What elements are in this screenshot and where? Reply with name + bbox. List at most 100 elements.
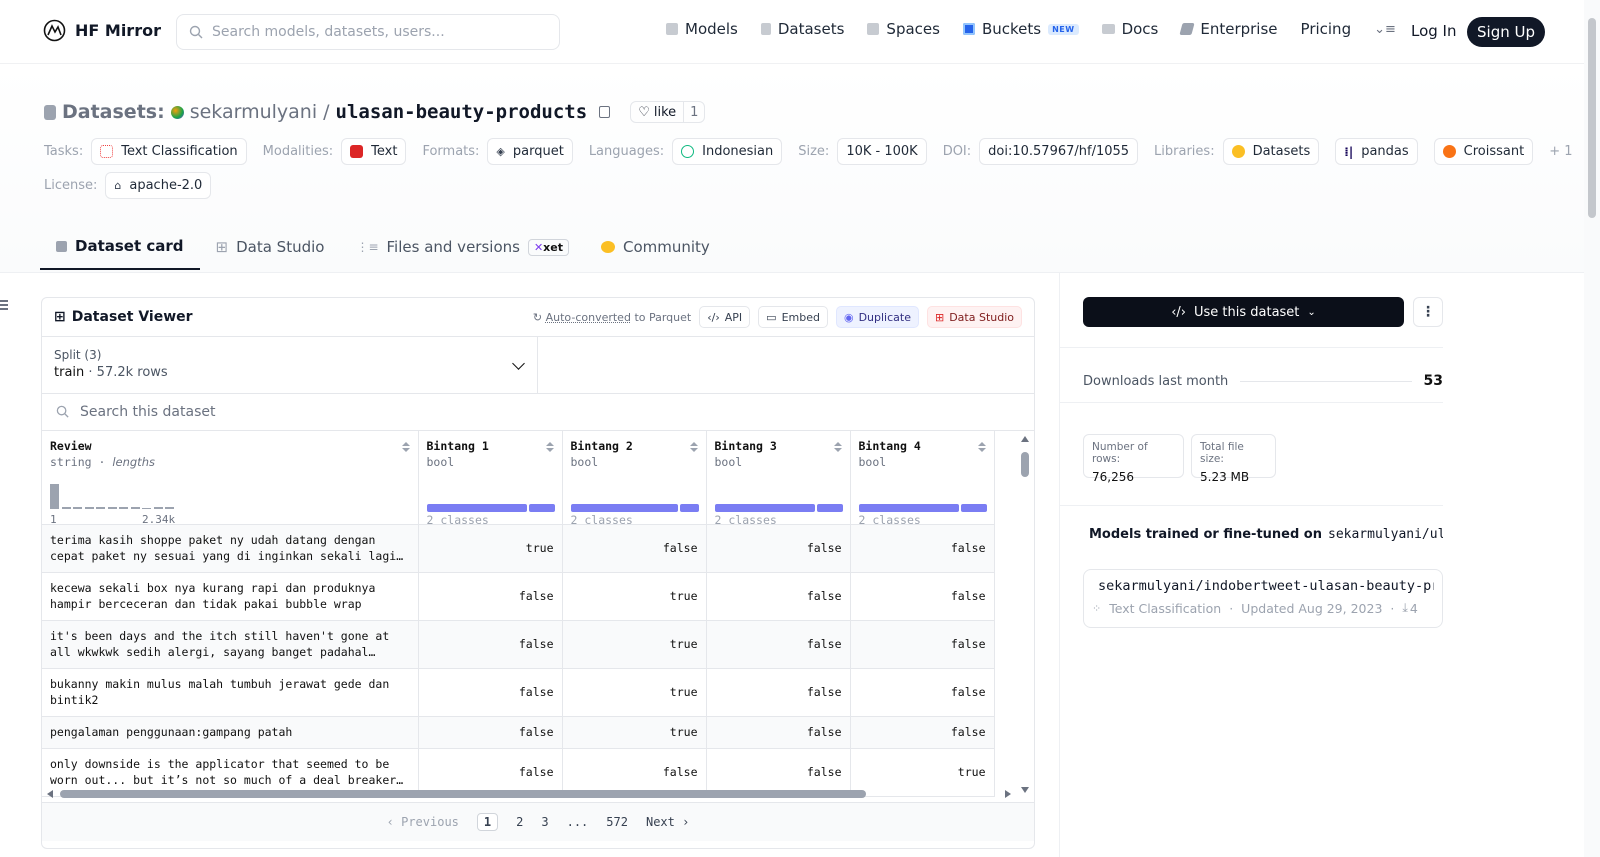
histogram-bar[interactable] <box>61 506 71 509</box>
bool-cell[interactable]: false <box>706 620 851 669</box>
model-name[interactable]: sekarmulyani/indobertweet-ulasan-beauty-… <box>1098 578 1434 594</box>
bool-cell[interactable]: false <box>706 572 851 621</box>
global-search-input[interactable] <box>212 24 542 40</box>
bool-cell[interactable]: true <box>562 572 707 621</box>
column-header-bintang-4[interactable]: Bintang 4 bool 2 classes <box>850 431 995 527</box>
tab-dataset-card[interactable]: Dataset card <box>40 224 200 270</box>
nav-models[interactable]: Models <box>666 20 738 38</box>
global-search[interactable] <box>176 14 560 50</box>
more-libraries[interactable]: + 1 <box>1549 144 1572 159</box>
dataset-search[interactable] <box>42 394 1034 431</box>
embed-button[interactable]: ▭ Embed <box>758 306 828 328</box>
vertical-scrollbar[interactable] <box>1016 431 1034 798</box>
scroll-up-icon[interactable] <box>1021 436 1029 442</box>
breadcrumb-owner[interactable]: sekarmulyani <box>190 101 317 123</box>
page-scroll-thumb[interactable] <box>1588 18 1596 218</box>
bool-cell[interactable]: false <box>850 524 995 573</box>
bool-cell[interactable]: false <box>562 524 707 573</box>
tab-files-versions[interactable]: ⋮≡ Files and versions ✕xet <box>340 224 585 270</box>
page-scrollbar[interactable] <box>1584 0 1600 857</box>
scroll-down-icon[interactable] <box>1021 787 1029 793</box>
review-cell[interactable]: it's been days and the itch still haven'… <box>42 620 419 669</box>
more-options-button[interactable]: ⋮ <box>1413 297 1443 327</box>
nav-docs[interactable]: Docs <box>1101 20 1158 38</box>
scroll-left-icon[interactable] <box>47 790 53 798</box>
bool-cell[interactable]: true <box>562 620 707 669</box>
bool-cell[interactable]: false <box>850 668 995 717</box>
class-distribution-bar[interactable] <box>858 504 987 512</box>
duplicate-button[interactable]: ◉ Duplicate <box>835 306 919 328</box>
column-header-review[interactable]: Review string · lengths 1 2.34k <box>42 431 419 526</box>
page-button-2[interactable]: 2 <box>516 815 523 829</box>
column-header-bintang-1[interactable]: Bintang 1 bool 2 classes <box>418 431 563 527</box>
bool-cell[interactable]: false <box>418 572 563 621</box>
column-header-bintang-3[interactable]: Bintang 3 bool 2 classes <box>706 431 851 527</box>
column-header-bintang-2[interactable]: Bintang 2 bool 2 classes <box>562 431 707 527</box>
class-distribution-bar[interactable] <box>426 504 555 512</box>
license-tag[interactable]: ⌂ apache-2.0 <box>105 172 212 199</box>
sort-icon[interactable] <box>689 442 698 452</box>
length-histogram[interactable] <box>50 484 190 509</box>
class-distribution-bar[interactable] <box>570 504 699 512</box>
table-row[interactable]: terima kasih shoppe paket ny udah datang… <box>42 524 995 573</box>
next-page-button[interactable]: Next › <box>646 815 689 829</box>
scroll-thumb[interactable] <box>60 790 866 798</box>
bool-cell[interactable]: false <box>706 524 851 573</box>
nav-enterprise[interactable]: Enterprise <box>1179 20 1278 38</box>
nav-datasets[interactable]: Datasets <box>760 20 844 38</box>
scroll-right-icon[interactable] <box>1005 790 1011 798</box>
format-tag[interactable]: ◈ parquet <box>487 138 573 165</box>
library-tag-pandas[interactable]: ⁞| pandas <box>1335 138 1418 165</box>
language-tag[interactable]: Indonesian <box>672 138 783 165</box>
histogram-bar[interactable] <box>84 506 94 509</box>
doi-tag[interactable]: doi:10.57967/hf/1055 <box>979 138 1139 165</box>
histogram-bar[interactable] <box>130 506 140 509</box>
bool-cell[interactable]: false <box>706 716 851 749</box>
modality-tag[interactable]: Text <box>341 138 407 165</box>
login-link[interactable]: Log In <box>1411 22 1457 40</box>
task-tag[interactable]: Text Classification <box>91 138 247 165</box>
model-card[interactable]: sekarmulyani/indobertweet-ulasan-beauty-… <box>1083 569 1443 628</box>
like-count[interactable]: 1 <box>684 105 704 120</box>
nav-buckets[interactable]: Buckets NEW <box>962 20 1079 38</box>
sort-icon[interactable] <box>977 442 986 452</box>
nav-spaces[interactable]: Spaces <box>867 20 940 38</box>
table-row[interactable]: kecewa sekali box nya kurang rapi dan pr… <box>42 572 995 621</box>
nav-pricing[interactable]: Pricing <box>1301 20 1352 38</box>
bool-cell[interactable]: true <box>562 716 707 749</box>
review-cell[interactable]: pengalaman penggunaan:gampang patah <box>42 716 419 749</box>
table-row[interactable]: pengalaman penggunaan:gampang patah fals… <box>42 716 995 749</box>
like-button[interactable]: ♡ like 1 <box>630 101 706 123</box>
previous-page-button[interactable]: ‹ Previous <box>387 815 459 829</box>
bool-cell[interactable]: true <box>418 524 563 573</box>
split-selector[interactable]: Split (3) train · 57.2k rows <box>42 337 538 393</box>
api-button[interactable]: ‹/› API <box>699 306 751 328</box>
histogram-bar[interactable] <box>73 506 82 509</box>
sidebar-toggle-icon[interactable] <box>0 300 10 312</box>
sort-icon[interactable] <box>401 442 410 452</box>
histogram-bar[interactable] <box>153 506 163 509</box>
library-tag-datasets[interactable]: Datasets <box>1222 138 1320 165</box>
tab-community[interactable]: Community <box>585 224 726 270</box>
data-studio-button[interactable]: ⊞ Data Studio <box>926 306 1022 328</box>
scroll-thumb[interactable] <box>1021 452 1029 477</box>
nav-more-menu[interactable]: ⌄≡ <box>1374 22 1396 37</box>
table-row[interactable]: bukanny makin mulus malah tumbuh jerawat… <box>42 668 995 717</box>
histogram-bar[interactable] <box>50 484 59 509</box>
histogram-bar[interactable] <box>107 506 117 509</box>
histogram-bar[interactable] <box>96 506 105 509</box>
bool-cell[interactable]: false <box>706 668 851 717</box>
page-button-1[interactable]: 1 <box>476 813 499 831</box>
table-row[interactable]: it's been days and the itch still haven'… <box>42 620 995 669</box>
copy-icon[interactable] <box>599 106 611 118</box>
size-tag[interactable]: 10K - 100K <box>837 138 927 165</box>
brand-logo[interactable]: HF Mirror <box>42 18 161 43</box>
review-cell[interactable]: kecewa sekali box nya kurang rapi dan pr… <box>42 572 419 621</box>
bool-cell[interactable]: false <box>418 716 563 749</box>
horizontal-scrollbar[interactable] <box>42 787 1016 801</box>
histogram-bar[interactable] <box>165 506 174 509</box>
tab-data-studio[interactable]: ⊞ Data Studio <box>200 224 341 270</box>
bool-cell[interactable]: false <box>850 716 995 749</box>
sort-icon[interactable] <box>545 442 554 452</box>
review-cell[interactable]: bukanny makin mulus malah tumbuh jerawat… <box>42 668 419 717</box>
